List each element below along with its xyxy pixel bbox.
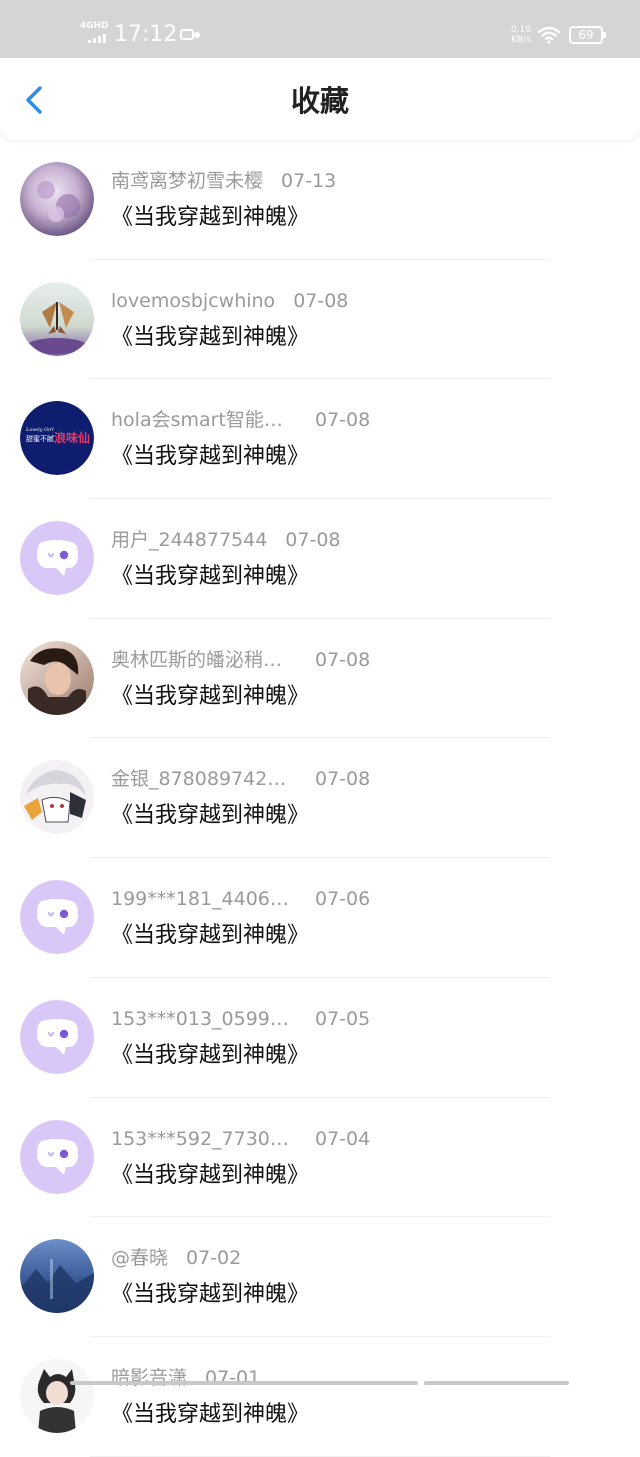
scroll-indicator-secondary: [424, 1381, 569, 1385]
default-avatar[interactable]: [20, 999, 94, 1074]
book-title[interactable]: 《当我穿越到神魄》: [111, 1400, 309, 1430]
nav-bar: 收藏: [0, 58, 640, 140]
username[interactable]: 153***592_7730…: [111, 1126, 297, 1152]
favorite-date: 07-13: [281, 170, 337, 192]
list-item[interactable]: @春晓 07-02 《当我穿越到神魄》: [0, 1217, 640, 1337]
avatar[interactable]: [20, 281, 94, 356]
item-meta: hola会smart智能… 07-08: [111, 407, 370, 433]
network-speed-unit: KB/s: [511, 35, 531, 45]
favorite-date: 07-06: [315, 888, 371, 911]
divider: [90, 1455, 550, 1457]
book-title[interactable]: 《当我穿越到神魄》: [111, 1161, 309, 1191]
notification-icon: [180, 29, 194, 40]
avatar[interactable]: [20, 760, 94, 835]
avatar[interactable]: [20, 640, 94, 715]
favorite-date: 07-08: [315, 768, 371, 791]
svg-text:浪味仙: 浪味仙: [54, 430, 90, 445]
list-item[interactable]: 奥林匹斯的皤泌稍… 07-08 《当我穿越到神魄》: [0, 619, 640, 739]
favorite-date: 07-02: [186, 1247, 242, 1270]
username[interactable]: 南鸢离梦初雪未樱: [111, 168, 263, 194]
list-item[interactable]: 金银_878089742… 07-08 《当我穿越到神魄》: [0, 738, 640, 859]
username[interactable]: 奥林匹斯的皤泌稍…: [111, 647, 297, 673]
book-title[interactable]: 《当我穿越到神魄》: [111, 323, 309, 353]
status-bar: 4GHD 17:12 0.10 KB/s 69: [0, 0, 640, 58]
svg-text:甜蜜不腻: 甜蜜不腻: [26, 434, 54, 443]
page-title: 收藏: [290, 84, 349, 118]
username[interactable]: lovemosbjcwhino: [111, 288, 275, 314]
username[interactable]: @春晓: [111, 1245, 168, 1271]
avatar[interactable]: [20, 162, 94, 236]
item-meta: 奥林匹斯的皤泌稍… 07-08: [111, 647, 370, 673]
book-title[interactable]: 《当我穿越到神魄》: [111, 1280, 309, 1310]
network-type: 4GHD: [80, 21, 109, 31]
item-meta: 199***181_4406… 07-06: [111, 886, 370, 912]
favorite-date: 07-08: [285, 529, 341, 552]
item-meta: 金银_878089742… 07-08: [111, 766, 370, 792]
favorites-list: 南鸢离梦初雪未樱 07-13 《当我穿越到神魄》 lovemosbjcwhino 07…: [0, 140, 640, 1457]
book-title[interactable]: 《当我穿越到神魄》: [111, 442, 309, 472]
scroll-indicator: [70, 1381, 418, 1385]
list-item[interactable]: 153***013_0599… 07-05 《当我穿越到神魄》: [0, 978, 640, 1098]
username[interactable]: 153***013_0599…: [111, 1006, 297, 1032]
wifi-icon: [537, 26, 561, 48]
book-title[interactable]: 《当我穿越到神魄》: [111, 801, 309, 831]
username[interactable]: 金银_878089742…: [111, 766, 297, 792]
favorite-date: 07-05: [315, 1007, 371, 1030]
default-avatar[interactable]: [20, 1119, 94, 1194]
username[interactable]: hola会smart智能…: [111, 407, 297, 433]
favorite-date: 07-08: [315, 648, 371, 671]
book-title[interactable]: 《当我穿越到神魄》: [111, 921, 309, 951]
book-title[interactable]: 《当我穿越到神魄》: [111, 203, 309, 233]
list-item[interactable]: 南鸢离梦初雪未樱 07-13 《当我穿越到神魄》: [0, 140, 640, 260]
list-item[interactable]: lovemosbjcwhino 07-08 《当我穿越到神魄》: [0, 260, 640, 380]
notification-dot-icon: [194, 32, 200, 38]
avatar[interactable]: [20, 1239, 94, 1314]
list-item[interactable]: 暗影音潇 07-01 《当我穿越到神魄》: [0, 1337, 640, 1457]
username[interactable]: 用户_244877544: [111, 527, 267, 553]
item-meta: @春晓 07-02: [111, 1245, 241, 1271]
network-speed-value: 0.10: [510, 25, 532, 35]
default-avatar[interactable]: [20, 521, 94, 596]
default-avatar[interactable]: [20, 880, 94, 955]
item-meta: 153***013_0599… 07-05: [111, 1006, 370, 1032]
status-time: 17:12: [114, 22, 178, 47]
network-speed: 0.10 KB/s: [508, 25, 534, 45]
item-meta: 153***592_7730… 07-04: [111, 1126, 370, 1152]
list-item[interactable]: Lovely Girl 甜蜜不腻 浪味仙 hola会smart智能… 07-08 《当…: [0, 379, 640, 500]
battery-icon: 69: [569, 26, 603, 44]
favorite-date: 07-04: [315, 1127, 371, 1150]
item-meta: 用户_244877544 07-08: [111, 527, 341, 553]
item-meta: lovemosbjcwhino 07-08: [111, 288, 348, 314]
item-meta: 南鸢离梦初雪未樱 07-13: [111, 168, 336, 194]
book-title[interactable]: 《当我穿越到神魄》: [111, 682, 309, 712]
svg-text:Lovely Girl: Lovely Girl: [25, 427, 54, 433]
signal-icon: [88, 34, 106, 43]
book-title[interactable]: 《当我穿越到神魄》: [111, 562, 309, 592]
favorite-date: 07-08: [315, 409, 371, 432]
avatar[interactable]: Lovely Girl 甜蜜不腻 浪味仙: [20, 401, 94, 476]
list-item[interactable]: 153***592_7730… 07-04 《当我穿越到神魄》: [0, 1098, 640, 1218]
favorite-date: 07-08: [293, 289, 349, 312]
avatar[interactable]: [20, 1358, 94, 1433]
username[interactable]: 199***181_4406…: [111, 886, 297, 912]
list-item[interactable]: 199***181_4406… 07-06 《当我穿越到神魄》: [0, 858, 640, 978]
book-title[interactable]: 《当我穿越到神魄》: [111, 1041, 309, 1071]
battery-tip: [603, 32, 606, 38]
list-item[interactable]: 用户_244877544 07-08 《当我穿越到神魄》: [0, 499, 640, 619]
